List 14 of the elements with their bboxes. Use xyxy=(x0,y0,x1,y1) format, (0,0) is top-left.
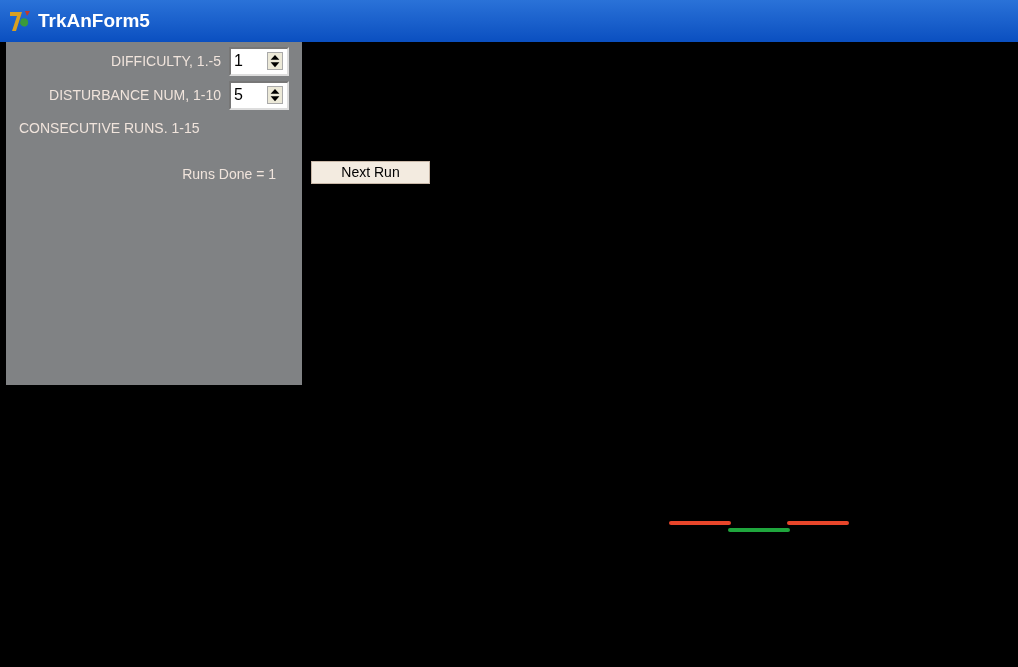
cursor-bar xyxy=(728,528,790,532)
target-bar xyxy=(669,521,731,525)
runs-done-text: Runs Done = 1 xyxy=(182,165,276,184)
spin-arrows-icon[interactable] xyxy=(267,52,283,70)
setting-label: CONSECUTIVE RUNS. 1-15 xyxy=(18,119,201,138)
spin-field[interactable]: 5 xyxy=(229,80,289,110)
spin-field[interactable]: 1 xyxy=(229,46,289,76)
window-title: TrkAnForm5 xyxy=(38,8,150,33)
setting-label: DIFFICULTY, 1.-5 xyxy=(111,51,221,71)
next-run-button[interactable]: Next Run xyxy=(311,161,430,184)
target-bar xyxy=(787,521,849,525)
app-icon xyxy=(8,9,32,33)
spin-arrows-icon[interactable] xyxy=(267,86,283,104)
setting-label: DISTURBANCE NUM, 1-10 xyxy=(49,85,221,105)
